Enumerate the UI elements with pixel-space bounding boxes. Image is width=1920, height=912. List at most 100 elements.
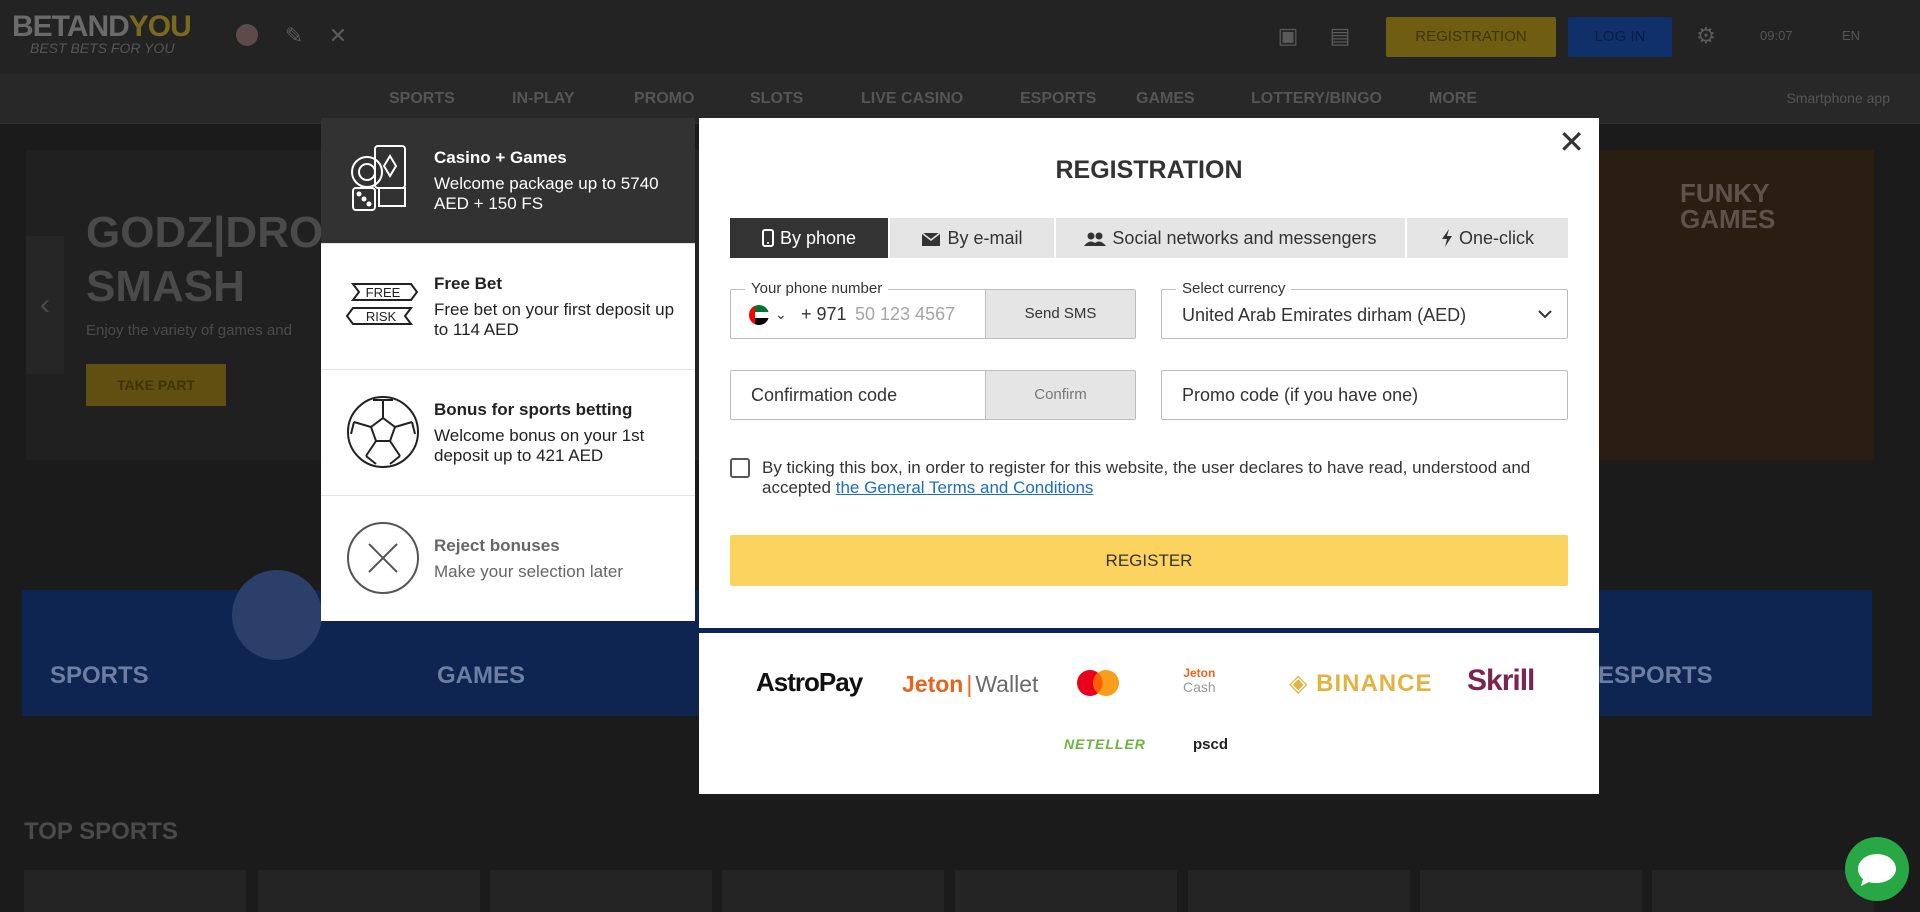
language-selector[interactable]: EN <box>1842 28 1860 43</box>
bonus-title: Reject bonuses <box>434 536 560 555</box>
sport-card[interactable] <box>955 870 1177 912</box>
flag-icon[interactable] <box>236 24 258 46</box>
register-button[interactable]: REGISTER <box>730 535 1568 586</box>
currency-select[interactable]: Select currency United Arab Emirates dir… <box>1161 280 1568 339</box>
nav-item-in-play[interactable]: IN-PLAY <box>512 90 575 108</box>
header-registration-button[interactable]: REGISTRATION <box>1386 17 1556 57</box>
bonus-option-casino-games[interactable]: Casino + Games Welcome package up to 574… <box>321 118 695 244</box>
tab-by-email[interactable]: By e-mail <box>890 218 1054 258</box>
nav-item-lottery-bingo[interactable]: LOTTERY/BINGO <box>1251 90 1382 108</box>
astropay-logo: AstroPay <box>756 667 863 697</box>
promo-code-input[interactable] <box>1162 371 1567 419</box>
registration-tabs: By phone By e-mail Social networks and m… <box>730 218 1568 258</box>
hero-subtitle: Enjoy the variety of games and <box>86 322 292 339</box>
tab-label: By e-mail <box>947 228 1023 248</box>
bonus-title: Free Bet <box>434 274 503 293</box>
chevron-left-icon[interactable]: ‹ <box>26 236 64 374</box>
tab-social-networks[interactable]: Social networks and messengers <box>1056 218 1405 258</box>
payment-methods-panel: AstroPay Jeton | Wallet Jeton Cash ◈ BINANC… <box>699 633 1599 794</box>
nav-item-promo[interactable]: PROMO <box>634 90 694 108</box>
sport-card[interactable] <box>722 870 944 912</box>
logo-text: BETAND <box>12 10 130 43</box>
chevron-down-icon[interactable]: ⌄ <box>775 306 787 323</box>
sport-card[interactable] <box>1420 870 1642 912</box>
terms-text: By ticking this box, in order to registe… <box>762 458 1531 497</box>
nav-item-more[interactable]: MORE <box>1429 90 1477 108</box>
top-sports-heading: TOP SPORTS <box>24 818 178 845</box>
clock-text: 09:07 <box>1760 28 1793 43</box>
phone-country-code: + 971 <box>801 304 847 324</box>
paysafecard-logo: pscd <box>1193 736 1229 753</box>
main-nav: SPORTS IN-PLAY PROMO SLOTS LIVE CASINO E… <box>0 74 1920 124</box>
gift-icon[interactable]: ▤ <box>1328 24 1352 48</box>
confirmation-code-input[interactable] <box>731 371 986 419</box>
edit-icon[interactable]: ✎ <box>282 24 306 48</box>
tab-by-phone[interactable]: By phone <box>730 218 888 258</box>
wallet-icon[interactable]: ▣ <box>1276 24 1300 48</box>
promo-code-field <box>1161 370 1568 420</box>
confirm-button[interactable]: Confirm <box>985 371 1135 419</box>
site-logo[interactable]: BETANDYOU BEST BETS FOR YOU <box>12 10 192 56</box>
bonus-option-sports[interactable]: Bonus for sports betting Welcome bonus o… <box>321 370 695 496</box>
terms-checkbox[interactable] <box>730 458 750 478</box>
chevron-down-icon <box>1538 310 1552 319</box>
reject-icon <box>347 522 419 594</box>
phone-field: Your phone number ⌄ + 971 Send SMS <box>730 280 1136 339</box>
sport-card[interactable] <box>490 870 712 912</box>
jeton-wallet-logo: Jeton | Wallet <box>902 671 1039 697</box>
tile-esports[interactable]: ESPORTS <box>1598 662 1713 690</box>
currency-label: Select currency <box>1176 280 1292 297</box>
logo-accent-text: YOU <box>128 10 192 43</box>
soccer-ball-image <box>232 570 322 660</box>
casino-games-icon <box>351 145 406 211</box>
chat-bubble-icon <box>1858 854 1896 886</box>
gear-icon[interactable]: ⚙ <box>1694 24 1718 48</box>
mastercard-logo <box>1077 670 1119 696</box>
phone-field-label: Your phone number <box>745 280 889 297</box>
tab-label: Social networks and messengers <box>1112 228 1377 248</box>
bonus-option-reject[interactable]: Reject bonuses Make your selection later <box>321 496 695 622</box>
tab-label: One-click <box>1458 228 1534 248</box>
hero-take-part-button[interactable]: TAKE PART <box>86 364 226 406</box>
terms-link[interactable]: the General Terms and Conditions <box>836 478 1094 497</box>
phone-input[interactable] <box>855 300 985 328</box>
sport-card[interactable] <box>258 870 480 912</box>
envelope-icon <box>922 232 941 246</box>
hero-title: GODZ|DROP SMASH <box>86 208 353 311</box>
uae-flag-icon[interactable] <box>749 305 769 325</box>
close-icon[interactable]: ✕ <box>1558 126 1585 158</box>
tab-one-click[interactable]: One-click <box>1407 218 1568 258</box>
chat-button[interactable] <box>1845 837 1909 901</box>
bonus-title: Casino + Games <box>434 148 567 167</box>
nav-item-slots[interactable]: SLOTS <box>750 90 803 108</box>
bonus-description: Welcome package up to 5740 AED + 150 FS <box>434 174 659 213</box>
tools-icon[interactable]: ✕ <box>326 24 350 48</box>
tile-games[interactable]: GAMES <box>437 662 525 690</box>
bonus-description: Free bet on your first deposit up to 114… <box>434 300 675 339</box>
nav-item-games[interactable]: GAMES <box>1136 90 1195 108</box>
sport-card[interactable] <box>1188 870 1410 912</box>
nav-item-live-casino[interactable]: LIVE CASINO <box>861 90 963 108</box>
send-sms-button[interactable]: Send SMS <box>985 290 1135 338</box>
sport-card[interactable] <box>1652 870 1874 912</box>
svg-text:FREE: FREE <box>366 285 401 300</box>
registration-modal: ✕ REGISTRATION By phone By e-mail Social… <box>699 118 1599 628</box>
binance-logo: ◈ BINANCE <box>1289 670 1433 697</box>
nav-item-esports[interactable]: ESPORTS <box>1020 90 1096 108</box>
bonus-option-free-bet[interactable]: FREE RISK Free Bet Free bet on your firs… <box>321 244 695 370</box>
header-login-button[interactable]: LOG IN <box>1568 17 1672 57</box>
bonus-title: Bonus for sports betting <box>434 400 633 419</box>
bolt-icon <box>1441 229 1452 247</box>
tab-label: By phone <box>779 228 857 248</box>
currency-value: United Arab Emirates dirham (AED) <box>1182 305 1467 325</box>
modal-title: REGISTRATION <box>1055 156 1243 184</box>
partner-logo: FUNKY GAMES <box>1680 178 1776 234</box>
nav-smartphone-app[interactable]: Smartphone app <box>1786 90 1890 106</box>
free-risk-icon: FREE RISK <box>345 283 419 325</box>
bonus-description: Welcome bonus on your 1st deposit up to … <box>434 426 645 465</box>
logo-tagline: BEST BETS FOR YOU <box>30 40 175 56</box>
nav-item-sports[interactable]: SPORTS <box>389 90 455 108</box>
jeton-cash-logo: Jeton Cash <box>1183 666 1216 695</box>
tile-sports[interactable]: SPORTS <box>50 662 149 690</box>
sport-card[interactable] <box>24 870 246 912</box>
